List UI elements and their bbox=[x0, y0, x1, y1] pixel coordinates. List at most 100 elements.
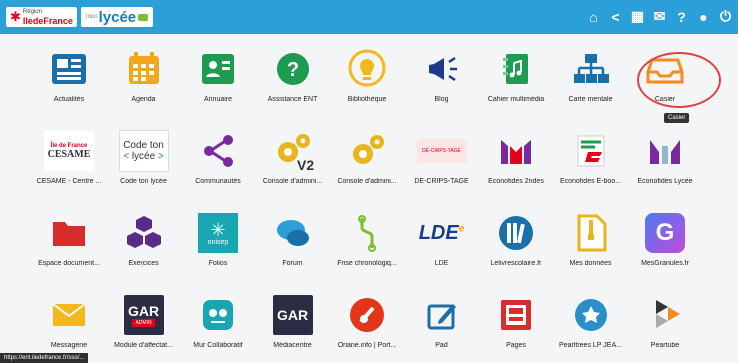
app-label: Console d'admini... bbox=[262, 178, 323, 185]
app-tile[interactable]: ✳ onisep Folios bbox=[175, 208, 261, 267]
pad-icon bbox=[417, 290, 467, 340]
app-tile[interactable]: Pages bbox=[473, 290, 559, 349]
region-name: IledeFrance bbox=[22, 16, 73, 26]
app-tile[interactable]: Pad bbox=[399, 290, 485, 349]
econofides-m-icon bbox=[491, 126, 541, 176]
logo[interactable]: ✱ Région IledeFrance mon lycée bbox=[6, 7, 154, 27]
mail-icon[interactable]: ✉ bbox=[651, 8, 668, 25]
padlet-icon bbox=[193, 290, 243, 340]
envelope-icon bbox=[44, 290, 94, 340]
user-icon[interactable]: ● bbox=[695, 8, 712, 25]
app-label: Carte mentale bbox=[568, 96, 613, 103]
gar-text: GAR bbox=[127, 303, 160, 319]
share-icon[interactable]: < bbox=[607, 8, 624, 25]
power-icon[interactable]: ⏻ bbox=[717, 8, 734, 25]
app-tile[interactable]: Exercices bbox=[101, 208, 187, 267]
app-label: CESAME - Centre ... bbox=[36, 178, 102, 185]
app-tile[interactable]: Île de France CESAME CESAME - Centre ... bbox=[26, 126, 112, 185]
app-label: Assistance ENT bbox=[267, 96, 318, 103]
app-label: Annuaire bbox=[203, 96, 233, 103]
app-label: Forum bbox=[282, 260, 303, 267]
pages-icon bbox=[491, 290, 541, 340]
app-tile[interactable]: Agenda bbox=[101, 44, 187, 103]
gears-v2-icon: V2 bbox=[268, 126, 318, 176]
app-label: DÉ-CRIPS-TAGE bbox=[414, 178, 469, 185]
app-label: Folios bbox=[208, 260, 228, 267]
pearltrees-icon bbox=[566, 290, 616, 340]
app-tile[interactable]: Frise chronologiq... bbox=[324, 208, 410, 267]
app-label: Peartube bbox=[650, 342, 680, 349]
app-label: Pages bbox=[506, 342, 526, 349]
app-label: Pearltrees LP JEA... bbox=[559, 342, 622, 349]
app-label: Actualités bbox=[53, 96, 85, 103]
apps-grid-icon[interactable]: ▦ bbox=[629, 8, 646, 25]
lycee-text: lycée bbox=[98, 8, 137, 26]
app-tile[interactable]: Blog bbox=[399, 44, 485, 103]
megaphone-icon bbox=[417, 44, 467, 94]
app-tile[interactable]: Console d'admini... bbox=[324, 126, 410, 185]
app-tile[interactable]: GAR Médiacentre bbox=[250, 290, 336, 349]
app-label: Oriane.info | Port... bbox=[337, 342, 397, 349]
app-label: Pad bbox=[435, 342, 448, 349]
app-tile[interactable]: Cahier multimédia bbox=[473, 44, 559, 103]
home-icon[interactable]: ⌂ bbox=[585, 8, 602, 25]
app-tile[interactable]: Annuaire bbox=[175, 44, 261, 103]
highlight-circle bbox=[637, 52, 721, 108]
app-tile[interactable]: V2 Console d'admini... bbox=[250, 126, 336, 185]
decripstage-logo-icon: DÉ-CRIPS-TAGE bbox=[416, 126, 467, 176]
app-tile[interactable]: DÉ-CRIPS-TAGE DÉ-CRIPS-TAGE bbox=[399, 126, 485, 185]
app-label: Econofides E-boo... bbox=[559, 178, 622, 185]
cesame-logo-icon: Île de France CESAME bbox=[44, 126, 94, 176]
app-label: Communautés bbox=[195, 178, 241, 185]
app-label: Lelivrescolaire.fr bbox=[490, 260, 542, 267]
granules-g-icon: G bbox=[640, 208, 690, 258]
app-tile[interactable]: Peartube bbox=[622, 290, 708, 349]
app-label: Code ton lycée bbox=[120, 178, 167, 185]
app-tile[interactable]: Econofides Lycée bbox=[622, 126, 708, 185]
status-bar-url: https://ent.iledefrance.fr/sso/... bbox=[0, 353, 89, 363]
tooltip: Casier bbox=[664, 113, 690, 123]
app-label: MesGranules.fr bbox=[641, 260, 689, 267]
folder-icon bbox=[44, 208, 94, 258]
region-logo: ✱ Région IledeFrance bbox=[6, 7, 77, 27]
app-tile[interactable]: Oriane.info | Port... bbox=[324, 290, 410, 349]
app-label: Blog bbox=[434, 96, 449, 103]
top-nav-icons: ⌂ < ▦ ✉ ? ● ⏻ bbox=[585, 8, 734, 25]
sitemap-icon bbox=[566, 44, 616, 94]
help-icon[interactable]: ? bbox=[673, 8, 690, 25]
app-tile[interactable]: ? Assistance ENT bbox=[250, 44, 336, 103]
calendar-icon bbox=[119, 44, 169, 94]
gears-icon bbox=[342, 126, 392, 176]
app-tile[interactable]: Lelivrescolaire.fr bbox=[473, 208, 559, 267]
app-label: Agenda bbox=[131, 96, 156, 103]
app-tile[interactable]: Messagerie bbox=[26, 290, 112, 349]
app-tile[interactable]: Forum bbox=[250, 208, 336, 267]
lightbulb-icon bbox=[342, 44, 392, 94]
app-tile[interactable]: Espace document... bbox=[26, 208, 112, 267]
app-tile[interactable]: Econofides 2ndes bbox=[473, 126, 559, 185]
app-tile[interactable]: Mur Collaboratif bbox=[175, 290, 261, 349]
contact-card-icon bbox=[193, 44, 243, 94]
peertube-icon bbox=[640, 290, 690, 340]
app-tile[interactable]: GAR ADMIN Module d'affectat... bbox=[101, 290, 187, 349]
star-icon: ✱ bbox=[10, 9, 21, 24]
svg-text:V2: V2 bbox=[297, 157, 314, 173]
app-tile[interactable]: Code ton < lycée > Code ton lycée bbox=[101, 126, 187, 185]
cesame-text: CESAME bbox=[47, 148, 91, 160]
app-tile[interactable]: Pearltrees LP JEA... bbox=[548, 290, 634, 349]
gar-icon: GAR bbox=[268, 290, 318, 340]
app-tile[interactable]: Mes données bbox=[548, 208, 634, 267]
cubes-icon bbox=[119, 208, 169, 258]
app-tile[interactable]: Econofides E-boo... bbox=[548, 126, 634, 185]
app-tile[interactable]: Carte mentale bbox=[548, 44, 634, 103]
gar-admin-icon: GAR ADMIN bbox=[119, 290, 169, 340]
app-tile[interactable]: Actualités bbox=[26, 44, 112, 103]
app-tile[interactable]: Bibliothèque bbox=[324, 44, 410, 103]
code-ton-lycee-icon: Code ton < lycée > bbox=[118, 126, 169, 176]
svg-text:?: ? bbox=[286, 59, 298, 81]
granules-letter: G bbox=[645, 213, 685, 253]
app-tile[interactable]: G MesGranules.fr bbox=[622, 208, 708, 267]
app-tile[interactable]: Communautés bbox=[175, 126, 261, 185]
net-badge-icon bbox=[138, 13, 149, 21]
app-tile[interactable]: LDEe LDE bbox=[399, 208, 485, 268]
